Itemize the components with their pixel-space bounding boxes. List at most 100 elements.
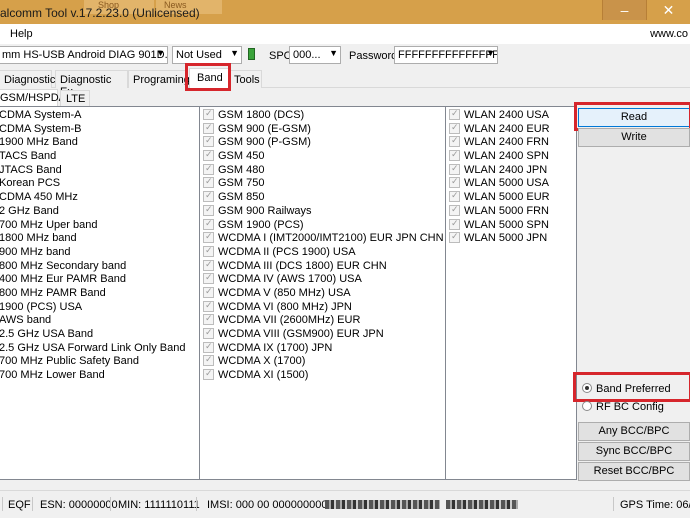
band-checkbox-item[interactable]: 2.5 GHz USA Band xyxy=(0,328,199,342)
band-checkbox-item[interactable]: 400 MHz Eur PAMR Band xyxy=(0,273,199,287)
band-checkbox-item[interactable]: 700 MHz Uper band xyxy=(0,219,199,233)
band-checkbox-item[interactable]: 700 MHz Lower Band xyxy=(0,369,199,383)
checkbox-icon[interactable] xyxy=(203,273,214,285)
read-button[interactable]: Read xyxy=(578,108,690,127)
band-checkbox-item[interactable]: AWS band xyxy=(0,314,199,328)
band-checkbox-item[interactable]: Korean PCS xyxy=(0,177,199,191)
tab-diagnostic[interactable]: Diagnostic xyxy=(0,70,55,88)
tab-tools[interactable]: Tools xyxy=(229,70,262,88)
band-checkbox-item[interactable]: WLAN 2400 JPN xyxy=(449,163,576,178)
website-link[interactable]: www.co xyxy=(650,28,688,40)
band-checkbox-item[interactable]: WLAN 5000 FRN xyxy=(449,204,576,219)
band-checkbox-item[interactable]: GSM 850 xyxy=(203,191,445,205)
tab-programing[interactable]: Programing xyxy=(128,70,190,88)
band-checkbox-item[interactable]: WCDMA II (PCS 1900) USA xyxy=(203,245,445,260)
band-checkbox-item[interactable]: 800 MHz Secondary band xyxy=(0,260,199,274)
checkbox-icon[interactable] xyxy=(203,245,214,258)
subtab-lte[interactable]: LTE xyxy=(60,90,90,107)
checkbox-icon[interactable] xyxy=(449,150,460,162)
band-checkbox-item[interactable]: WLAN 5000 USA xyxy=(449,177,576,191)
password-select[interactable]: FFFFFFFFFFFFFFFF ▼ xyxy=(394,46,498,64)
checkbox-icon[interactable] xyxy=(203,314,214,326)
band-preferred-option[interactable]: Band Preferred xyxy=(582,383,671,395)
band-checkbox-item[interactable]: WCDMA V (850 MHz) USA xyxy=(203,286,445,301)
band-checkbox-item[interactable]: 1900 MHz Band xyxy=(0,136,199,150)
rf-bc-config-option[interactable]: RF BC Config xyxy=(582,401,664,413)
any-bcc-bpc-button[interactable]: Any BCC/BPC xyxy=(578,422,690,441)
checkbox-icon[interactable] xyxy=(203,150,214,162)
checkbox-icon[interactable] xyxy=(203,232,214,244)
band-checkbox-item[interactable]: WCDMA X (1700) xyxy=(203,355,445,369)
checkbox-icon[interactable] xyxy=(203,286,214,299)
checkbox-icon[interactable] xyxy=(203,109,214,121)
band-checkbox-item[interactable]: JTACS Band xyxy=(0,164,199,178)
band-checkbox-item[interactable]: GSM 450 xyxy=(203,150,445,164)
band-checkbox-item[interactable]: WLAN 5000 JPN xyxy=(449,232,576,246)
menu-help[interactable]: Help xyxy=(10,28,33,40)
band-checkbox-item[interactable]: CDMA System-A xyxy=(0,109,199,123)
band-checkbox-item[interactable]: 900 MHz band xyxy=(0,246,199,260)
checkbox-icon[interactable] xyxy=(449,232,460,244)
band-checkbox-item[interactable]: GSM 480 xyxy=(203,163,445,178)
band-checkbox-item[interactable]: WCDMA IX (1700) JPN xyxy=(203,341,445,356)
band-checkbox-item[interactable]: WCDMA XI (1500) xyxy=(203,369,445,383)
band-checkbox-item[interactable]: WLAN 5000 EUR xyxy=(449,191,576,205)
checkbox-icon[interactable] xyxy=(203,122,214,134)
checkbox-icon[interactable] xyxy=(449,191,460,203)
checkbox-icon[interactable] xyxy=(203,191,214,203)
write-button[interactable]: Write xyxy=(578,128,690,147)
band-checkbox-item[interactable]: GSM 1800 (DCS) xyxy=(203,109,445,123)
band-checkbox-item[interactable]: WCDMA IV (AWS 1700) USA xyxy=(203,273,445,287)
checkbox-icon[interactable] xyxy=(449,109,460,121)
checkbox-icon[interactable] xyxy=(203,177,214,189)
tab-band[interactable]: Band xyxy=(189,68,229,89)
band-checkbox-item[interactable]: GSM 900 Railways xyxy=(203,204,445,219)
band-checkbox-item[interactable]: 2.5 GHz USA Forward Link Only Band xyxy=(0,342,199,356)
checkbox-icon[interactable] xyxy=(203,300,214,312)
band-checkbox-item[interactable]: WLAN 5000 SPN xyxy=(449,218,576,233)
tab-diagnostic-ex[interactable]: Diagnostic Ex xyxy=(55,70,128,98)
band-checkbox-item[interactable]: GSM 750 xyxy=(203,177,445,191)
band-checkbox-item[interactable]: WCDMA III (DCS 1800) EUR CHN xyxy=(203,259,445,274)
checkbox-icon[interactable] xyxy=(203,369,214,381)
band-checkbox-item[interactable]: TACS Band xyxy=(0,150,199,164)
band-checkbox-item[interactable]: WLAN 2400 SPN xyxy=(449,150,576,164)
band-checkbox-item[interactable]: GSM 900 (P-GSM) xyxy=(203,136,445,150)
band-checkbox-item[interactable]: 1900 (PCS) USA xyxy=(0,301,199,315)
band-checkbox-item[interactable]: 2 GHz Band xyxy=(0,205,199,219)
checkbox-icon[interactable] xyxy=(449,218,460,230)
checkbox-icon[interactable] xyxy=(449,204,460,217)
band-checkbox-item[interactable]: 800 MHz PAMR Band xyxy=(0,287,199,301)
checkbox-icon[interactable] xyxy=(203,355,214,367)
minimize-icon[interactable]: – xyxy=(602,0,646,20)
checkbox-icon[interactable] xyxy=(203,328,214,340)
band-checkbox-item[interactable]: CDMA System-B xyxy=(0,123,199,137)
sync-bcc-bpc-button[interactable]: Sync BCC/BPC xyxy=(578,442,690,461)
band-checkbox-item[interactable]: GSM 1900 (PCS) xyxy=(203,218,445,233)
checkbox-icon[interactable] xyxy=(449,136,460,148)
checkbox-icon[interactable] xyxy=(449,163,460,175)
subtab-gsm-hspda[interactable]: GSM/HSPDA xyxy=(0,89,66,107)
band-checkbox-item[interactable]: WCDMA I (IMT2000/IMT2100) EUR JPN CHN xyxy=(203,232,445,246)
spc-select[interactable]: 000... ▼ xyxy=(289,46,341,64)
checkbox-icon[interactable] xyxy=(203,218,214,230)
band-checkbox-item[interactable]: CDMA 450 MHz xyxy=(0,191,199,205)
reset-bcc-bpc-button[interactable]: Reset BCC/BPC xyxy=(578,462,690,481)
band-checkbox-item[interactable]: WCDMA VII (2600MHz) EUR xyxy=(203,314,445,328)
band-checkbox-item[interactable]: WLAN 2400 EUR xyxy=(449,122,576,137)
checkbox-icon[interactable] xyxy=(203,163,214,175)
band-checkbox-item[interactable]: WCDMA VI (800 MHz) JPN xyxy=(203,300,445,315)
status-select[interactable]: Not Used ▼ xyxy=(172,46,242,64)
checkbox-icon[interactable] xyxy=(449,177,460,189)
band-checkbox-item[interactable]: GSM 900 (E-GSM) xyxy=(203,122,445,137)
band-checkbox-item[interactable]: 1800 MHz band xyxy=(0,232,199,246)
band-checkbox-item[interactable]: WLAN 2400 FRN xyxy=(449,136,576,150)
checkbox-icon[interactable] xyxy=(203,204,214,217)
band-checkbox-item[interactable]: 700 MHz Public Safety Band xyxy=(0,355,199,369)
close-icon[interactable]: ✕ xyxy=(646,0,690,20)
port-select[interactable]: mm HS-USB Android DIAG 901D... ▼ xyxy=(0,46,168,64)
checkbox-icon[interactable] xyxy=(203,259,214,271)
checkbox-icon[interactable] xyxy=(449,122,460,134)
checkbox-icon[interactable] xyxy=(203,136,214,148)
band-checkbox-item[interactable]: WLAN 2400 USA xyxy=(449,109,576,123)
